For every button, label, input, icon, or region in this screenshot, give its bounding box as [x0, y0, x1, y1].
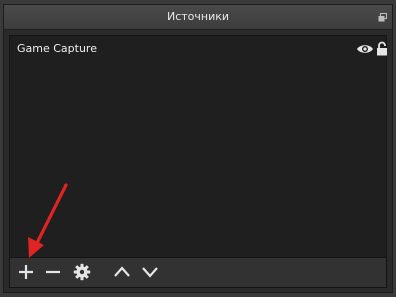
settings-icon [73, 263, 91, 281]
list-item[interactable]: Game Capture [10, 39, 388, 59]
sources-list[interactable]: Game Capture [9, 35, 387, 258]
move-down-button[interactable] [140, 262, 160, 282]
dock-title: Источники [166, 10, 230, 23]
source-properties-button[interactable] [72, 262, 92, 282]
move-up-icon [114, 266, 130, 277]
eye-icon[interactable] [356, 43, 374, 55]
remove-source-button[interactable] [43, 262, 63, 282]
move-up-button[interactable] [112, 262, 132, 282]
lock-icon[interactable] [376, 41, 388, 56]
move-down-icon [142, 267, 158, 278]
add-icon [19, 265, 33, 279]
add-source-button[interactable] [16, 262, 36, 282]
remove-icon [46, 270, 60, 274]
dock-titlebar[interactable]: Источники [4, 5, 392, 30]
undock-icon[interactable] [378, 13, 387, 22]
source-name: Game Capture [17, 42, 97, 55]
sources-dock: Источники Game Capture [3, 4, 393, 293]
sources-toolbar [9, 258, 387, 288]
